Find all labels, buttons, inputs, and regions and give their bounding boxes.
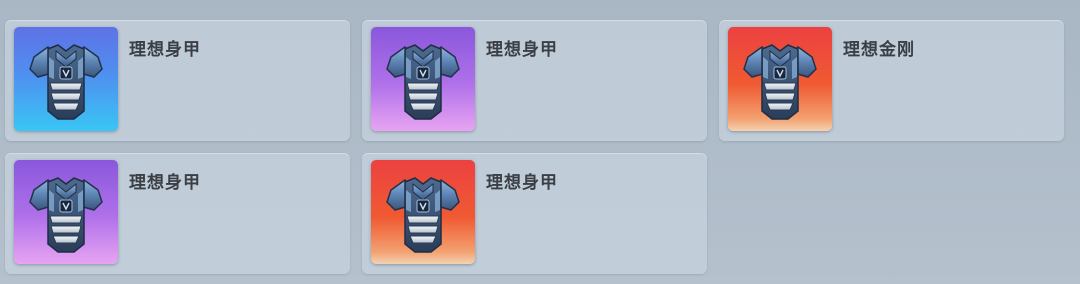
- item-name: 理想身甲: [129, 173, 201, 193]
- item-name: 理想身甲: [486, 40, 558, 60]
- item-thumbnail: [371, 27, 475, 131]
- item-name: 理想身甲: [129, 40, 201, 60]
- item-thumbnail: [14, 160, 118, 264]
- item-name: 理想身甲: [486, 173, 558, 193]
- item-card[interactable]: 理想身甲: [5, 20, 350, 141]
- item-grid: 理想身甲 理想身甲 理想金刚 理想身甲 理想身甲: [5, 20, 1065, 274]
- item-card[interactable]: 理想身甲: [362, 153, 707, 274]
- armor-vest-icon: [743, 44, 817, 120]
- item-name: 理想金刚: [843, 40, 915, 60]
- armor-vest-icon: [386, 44, 460, 120]
- item-thumbnail: [728, 27, 832, 131]
- armor-vest-icon: [29, 44, 103, 120]
- armor-vest-icon: [386, 177, 460, 253]
- item-card[interactable]: 理想金刚: [719, 20, 1064, 141]
- item-thumbnail: [371, 160, 475, 264]
- item-card[interactable]: 理想身甲: [362, 20, 707, 141]
- item-card[interactable]: 理想身甲: [5, 153, 350, 274]
- item-thumbnail: [14, 27, 118, 131]
- armor-vest-icon: [29, 177, 103, 253]
